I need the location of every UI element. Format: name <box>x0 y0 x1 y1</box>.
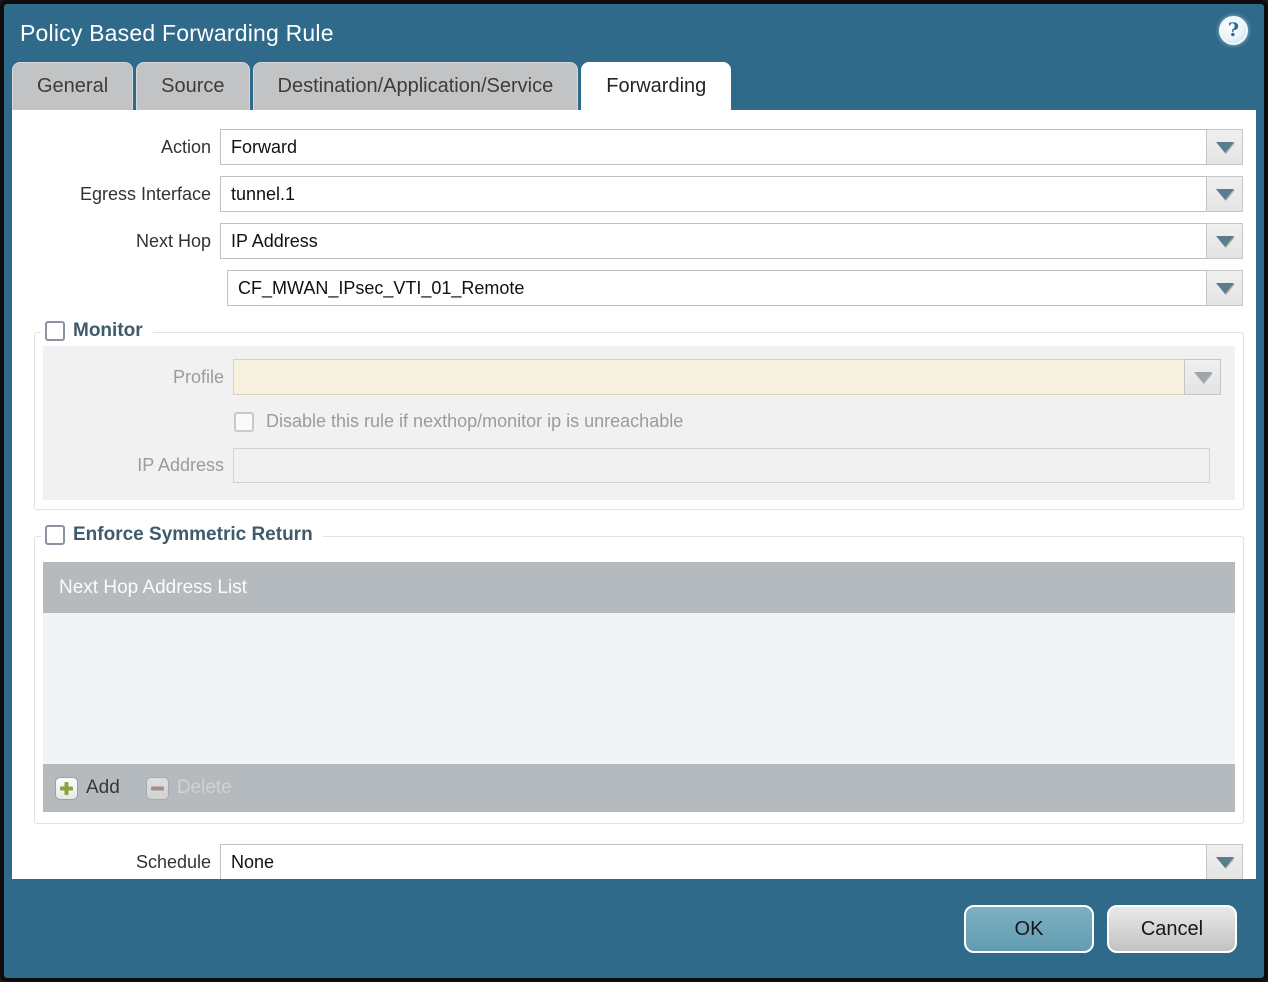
schedule-combo <box>220 844 1243 879</box>
next-hop-address-row <box>12 270 1243 306</box>
monitor-legend: Monitor <box>41 318 153 344</box>
symmetric-return-checkbox[interactable] <box>45 525 65 545</box>
tab-forwarding[interactable]: Forwarding <box>581 62 732 110</box>
profile-combo <box>233 359 1221 395</box>
egress-interface-dropdown-trigger[interactable] <box>1206 176 1243 212</box>
next-hop-label: Next Hop <box>135 230 211 251</box>
dropdown-arrow-icon <box>1215 856 1234 868</box>
delete-button: Delete <box>145 776 232 800</box>
monitor-ip-address-input <box>233 448 1210 483</box>
dropdown-arrow-icon <box>1215 282 1234 294</box>
monitor-legend-label: Monitor <box>73 320 143 341</box>
egress-interface-input[interactable] <box>220 176 1206 212</box>
profile-row: Profile <box>43 359 1221 395</box>
next-hop-address-input[interactable] <box>227 270 1206 306</box>
dropdown-arrow-icon <box>1215 235 1234 247</box>
help-icon: ? <box>1227 19 1240 41</box>
add-button[interactable]: Add <box>55 776 120 800</box>
egress-interface-combo <box>220 176 1243 212</box>
next-hop-address-list-toolbar: Add Delete <box>43 764 1235 812</box>
delete-minus-icon <box>145 776 169 800</box>
egress-interface-row: Egress Interface <box>12 176 1243 212</box>
help-button[interactable]: ? <box>1219 16 1248 45</box>
action-label: Action <box>160 136 211 157</box>
tab-general-label: General <box>37 75 109 97</box>
action-row: Action <box>12 129 1243 165</box>
profile-label: Profile <box>172 366 224 387</box>
profile-dropdown-trigger <box>1184 359 1221 395</box>
monitor-panel: Profile Disable this rule if nexthop/mon… <box>43 346 1235 500</box>
next-hop-address-list-body[interactable] <box>43 613 1235 764</box>
next-hop-type-input[interactable] <box>220 223 1206 259</box>
next-hop-address-combo <box>227 270 1243 306</box>
tab-destination-application-service[interactable]: Destination/Application/Service <box>252 62 579 110</box>
tab-source-label: Source <box>161 75 225 97</box>
add-button-label: Add <box>86 777 120 798</box>
next-hop-address-list-header-label: Next Hop Address List <box>59 576 247 598</box>
symmetric-return-fieldset: Enforce Symmetric Return Next Hop Addres… <box>34 522 1244 824</box>
next-hop-address-dropdown-trigger[interactable] <box>1206 270 1243 306</box>
monitor-fieldset: Monitor Profile Disable this rule if nex… <box>34 318 1244 510</box>
tab-forwarding-label: Forwarding <box>606 75 707 97</box>
dropdown-arrow-icon <box>1215 141 1234 153</box>
monitor-ip-address-row: IP Address <box>43 448 1221 483</box>
egress-interface-label: Egress Interface <box>79 183 211 204</box>
delete-button-label: Delete <box>176 777 232 798</box>
tab-destination-label: Destination/Application/Service <box>277 75 554 97</box>
ok-button[interactable]: OK <box>964 905 1094 953</box>
schedule-row: Schedule <box>12 844 1243 879</box>
add-plus-icon <box>55 776 78 800</box>
symmetric-return-legend: Enforce Symmetric Return <box>41 522 323 548</box>
next-hop-dropdown-trigger[interactable] <box>1206 223 1243 259</box>
dropdown-arrow-icon <box>1215 188 1234 200</box>
action-dropdown-trigger[interactable] <box>1206 129 1243 165</box>
tab-general[interactable]: General <box>12 62 134 110</box>
action-input[interactable] <box>220 129 1206 165</box>
schedule-dropdown-trigger[interactable] <box>1206 844 1243 879</box>
profile-input <box>233 359 1184 395</box>
symmetric-return-legend-label: Enforce Symmetric Return <box>73 524 313 545</box>
dropdown-arrow-icon <box>1193 371 1212 383</box>
next-hop-address-list-table: Next Hop Address List Add Delete <box>43 562 1235 812</box>
disable-rule-label: Disable this rule if nexthop/monitor ip … <box>266 411 684 431</box>
tab-bar: General Source Destination/Application/S… <box>4 62 1264 110</box>
action-combo <box>220 129 1243 165</box>
next-hop-row: Next Hop <box>12 223 1243 259</box>
monitor-ip-address-label: IP Address <box>137 455 224 475</box>
dialog-titlebar: Policy Based Forwarding Rule ? <box>4 4 1264 62</box>
next-hop-combo <box>220 223 1243 259</box>
disable-rule-checkbox <box>234 411 254 432</box>
policy-based-forwarding-dialog: Policy Based Forwarding Rule ? General S… <box>0 0 1268 982</box>
tab-source[interactable]: Source <box>136 62 250 110</box>
cancel-button[interactable]: Cancel <box>1107 905 1237 953</box>
forwarding-tab-panel: Action Egress Interface Next Hop <box>12 110 1256 879</box>
disable-rule-row: Disable this rule if nexthop/monitor ip … <box>234 411 1235 432</box>
schedule-input[interactable] <box>220 844 1206 879</box>
dialog-title: Policy Based Forwarding Rule <box>20 19 334 46</box>
monitor-checkbox[interactable] <box>45 321 65 341</box>
schedule-label: Schedule <box>135 851 211 872</box>
dialog-footer: OK Cancel <box>8 884 1260 974</box>
next-hop-address-list-header: Next Hop Address List <box>43 562 1235 613</box>
